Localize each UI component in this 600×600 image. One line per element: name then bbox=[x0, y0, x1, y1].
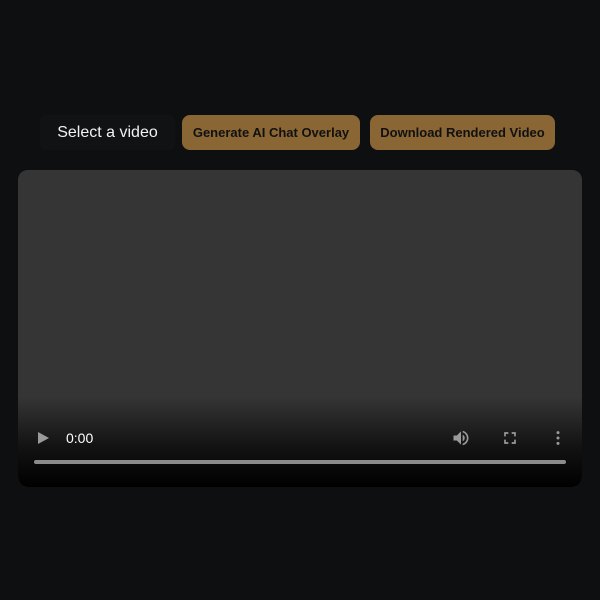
fullscreen-icon bbox=[504, 432, 516, 444]
more-options-button[interactable] bbox=[548, 428, 568, 448]
progress-bar[interactable] bbox=[34, 460, 566, 464]
app-window: Select a video Generate AI Chat Overlay … bbox=[0, 0, 600, 600]
fullscreen-button[interactable] bbox=[500, 428, 520, 448]
play-icon bbox=[38, 432, 49, 444]
video-player[interactable]: 0:00 bbox=[18, 170, 582, 487]
volume-button[interactable] bbox=[451, 428, 471, 448]
more-vert-icon bbox=[556, 431, 560, 445]
video-controls: 0:00 bbox=[18, 417, 582, 487]
select-video-input[interactable]: Select a video bbox=[40, 115, 175, 150]
play-button[interactable] bbox=[34, 429, 52, 447]
generate-ai-chat-overlay-button[interactable]: Generate AI Chat Overlay bbox=[182, 115, 360, 150]
download-rendered-video-button[interactable]: Download Rendered Video bbox=[370, 115, 555, 150]
toolbar: Select a video Generate AI Chat Overlay … bbox=[0, 115, 600, 150]
volume-icon bbox=[453, 430, 469, 446]
current-time: 0:00 bbox=[66, 430, 94, 446]
